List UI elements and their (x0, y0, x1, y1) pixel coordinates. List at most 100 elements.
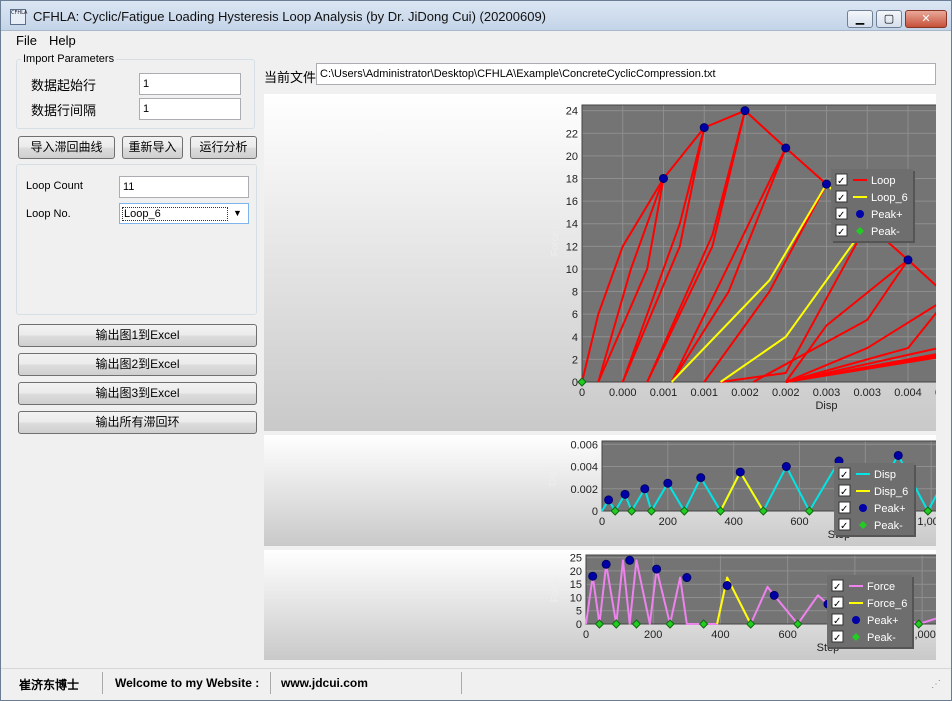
plot-area (582, 105, 936, 382)
checkmark-icon: ✓ (840, 470, 848, 481)
disp-step-chart[interactable]: 00.0020.0040.00602004006008001,0001,2001… (264, 435, 936, 546)
x-tick-label: 0.004 (935, 387, 936, 399)
peak-plus-point (604, 495, 614, 505)
peak-plus-point (699, 123, 709, 133)
status-separator (270, 672, 271, 694)
status-welcome: Welcome to my Website : (115, 676, 260, 690)
legend-label: Force (867, 581, 895, 593)
peak-plus-point (640, 484, 650, 494)
peak-plus-point (601, 559, 611, 569)
y-tick-label: 15 (570, 579, 582, 591)
status-author: 崔济东博士 (19, 678, 80, 692)
y-tick-label: 20 (566, 151, 578, 163)
loop-no-label: Loop No. (26, 208, 71, 220)
close-button[interactable]: ✕ (905, 10, 947, 28)
hysteresis-chart[interactable]: 0 2 4 6 8 10 12 14 16 18 20 22 24 0 0.000 0.001 0.001 0.0… (264, 94, 936, 431)
checkmark-icon: ✓ (840, 521, 848, 532)
peak-plus-point (588, 571, 598, 581)
loop-count-label: Loop Count (26, 180, 83, 192)
legend-label: Peak- (871, 226, 900, 238)
row-interval-input[interactable]: 1 (139, 98, 241, 120)
minimize-button[interactable]: ▁ (847, 10, 873, 28)
y-tick-label: 0 (576, 619, 582, 631)
reimport-button[interactable]: 重新导入 (122, 136, 183, 159)
loop-no-value: Loop_6 (122, 207, 228, 221)
y-tick-label: 8 (572, 287, 578, 299)
checkmark-icon: ✓ (837, 176, 845, 187)
status-separator (102, 672, 103, 694)
peak-plus-point (903, 255, 913, 265)
status-bar: 崔济东博士 Welcome to my Website : www.jdcui.… (1, 668, 951, 700)
y-axis-label: Disp (548, 466, 559, 486)
checkmark-icon: ✓ (840, 504, 848, 515)
y-tick-label: 24 (566, 106, 578, 118)
y-tick-label: 0 (592, 506, 598, 518)
y-tick-label: 6 (572, 309, 578, 321)
y-tick-label: 0.002 (570, 484, 598, 496)
legend-swatch (856, 210, 864, 218)
x-tick-label: 1,000 (917, 516, 936, 528)
loop-no-select[interactable]: Loop_6 ▼ (119, 203, 249, 224)
window-title: CFHLA: Cyclic/Fatigue Loading Hysteresis… (33, 9, 547, 24)
x-tick-label: 0.002 (731, 387, 759, 399)
export-chart1-button[interactable]: 输出图1到Excel (18, 324, 257, 347)
export-chart3-button[interactable]: 输出图3到Excel (18, 382, 257, 405)
peak-plus-point (659, 173, 668, 183)
checkmark-icon: ✓ (837, 227, 845, 238)
app-window: CFHLA CFHLA: Cyclic/Fatigue Loading Hyst… (0, 0, 952, 701)
y-tick-label: 14 (566, 219, 578, 231)
legend-swatch (852, 616, 860, 624)
legend-swatch (859, 504, 867, 512)
peak-plus-point (663, 478, 673, 488)
x-tick-label: 0 (579, 387, 585, 399)
x-tick-label: 0 (583, 629, 589, 641)
status-website[interactable]: www.jdcui.com (281, 676, 368, 690)
y-tick-label: 0.004 (570, 462, 598, 474)
loop-count-input[interactable]: 11 (119, 176, 249, 198)
x-tick-label: 0.000 (609, 387, 637, 399)
checkmark-icon: ✓ (833, 616, 841, 627)
x-axis-label: Disp (815, 400, 837, 412)
status-separator (461, 672, 462, 694)
y-tick-label: 4 (572, 332, 578, 344)
import-loop-button[interactable]: 导入滞回曲线 (18, 136, 115, 159)
force-step-chart[interactable]: 051015202502004006008001,0001,2001,400St… (264, 550, 936, 660)
checkmark-icon: ✓ (833, 633, 841, 644)
peak-plus-point (696, 473, 706, 483)
peak-plus-point (781, 462, 791, 472)
checkmark-icon: ✓ (837, 193, 845, 204)
menu-file[interactable]: File (16, 33, 37, 48)
export-all-loops-button[interactable]: 输出所有滞回环 (18, 411, 257, 434)
y-tick-label: 20 (570, 566, 582, 578)
export-chart2-button[interactable]: 输出图2到Excel (18, 353, 257, 376)
current-file-label: 当前文件 (264, 70, 317, 85)
y-tick-label: 18 (566, 173, 578, 185)
run-analysis-button[interactable]: 运行分析 (190, 136, 257, 159)
current-file-path[interactable]: C:\Users\Administrator\Desktop\CFHLA\Exa… (316, 63, 936, 85)
start-row-label: 数据起始行 (31, 78, 97, 93)
resize-grip-icon[interactable]: ⋰ (931, 679, 941, 690)
legend-label: Peak+ (874, 503, 906, 515)
menu-help[interactable]: Help (49, 33, 76, 48)
x-tick-label: 0.003 (853, 387, 881, 399)
peak-plus-point (652, 564, 662, 574)
maximize-button[interactable]: ▢ (876, 10, 902, 28)
y-tick-label: 16 (566, 196, 578, 208)
y-tick-label: 12 (566, 241, 578, 253)
chevron-down-icon[interactable]: ▼ (229, 205, 246, 222)
y-tick-label: 5 (576, 606, 582, 618)
peak-plus-point (769, 590, 779, 600)
x-tick-label: 200 (659, 516, 677, 528)
x-tick-label: 0.003 (813, 387, 841, 399)
y-tick-label: 0.006 (570, 439, 598, 451)
app-icon: CFHLA (10, 9, 27, 25)
x-tick-label: 0.001 (690, 387, 718, 399)
y-axis-label: Force (550, 230, 561, 256)
title-bar[interactable]: CFHLA CFHLA: Cyclic/Fatigue Loading Hyst… (1, 1, 951, 31)
start-row-input[interactable]: 1 (139, 73, 241, 95)
peak-plus-point (722, 581, 732, 591)
checkmark-icon: ✓ (840, 487, 848, 498)
legend-label: Loop_6 (871, 192, 908, 204)
legend-label: Peak- (874, 520, 903, 532)
legend-label: Disp (874, 469, 896, 481)
